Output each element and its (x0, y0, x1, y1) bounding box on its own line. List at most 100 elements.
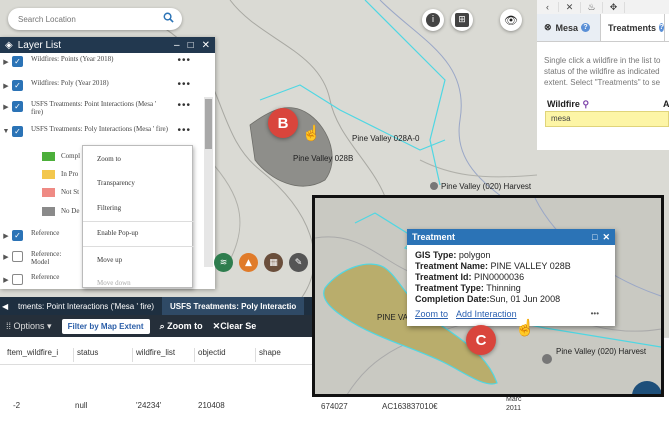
scroll-left-icon[interactable]: ◀ (0, 297, 10, 315)
table-cell[interactable]: 210408 (198, 401, 225, 410)
popup-field: Completion Date:Sun, 01 Jun 2008 (415, 294, 561, 304)
layers-tool-button[interactable]: ≋ (214, 253, 233, 272)
pencil-icon: ✎ (294, 257, 303, 268)
clear-selection-button[interactable]: ✕Clear Se (213, 321, 257, 332)
column-header[interactable]: wildfire_list (132, 348, 175, 362)
layer-checkbox[interactable]: ✓ (12, 230, 23, 241)
info-button[interactable]: i (422, 9, 444, 31)
column-header[interactable]: ftem_wildfire_i (4, 348, 58, 362)
scrollbar-thumb[interactable] (205, 99, 212, 149)
help-icon[interactable]: ? (659, 23, 664, 32)
visibility-button[interactable]: 👁 (500, 9, 522, 31)
layer-checkbox[interactable]: ✓ (12, 101, 23, 112)
layer-list-title: Layer List (17, 39, 62, 51)
layer-list-scrollbar[interactable] (204, 97, 213, 267)
tab-treatments[interactable]: Treatments ? (601, 14, 665, 41)
table-cell[interactable]: 674027 (321, 402, 348, 411)
table-cell[interactable]: null (75, 401, 87, 410)
table-cell[interactable]: Marc (506, 396, 522, 403)
table-cell[interactable]: '24234' (136, 401, 161, 410)
table-cell[interactable]: 2011 (506, 405, 521, 412)
callout-badge-b: B (268, 108, 298, 138)
layer-label: Wildfires: Poly (Year 2018) (31, 79, 109, 87)
layer-options-icon[interactable]: ••• (177, 125, 191, 136)
column-header[interactable]: shape (255, 348, 281, 362)
legend-swatch-complete (42, 152, 55, 161)
menu-item-enable-popup[interactable]: Enable Pop-up (97, 229, 138, 237)
upload-icon: ▲ (245, 257, 252, 268)
layer-checkbox[interactable] (12, 274, 23, 285)
upload-button[interactable]: ▲ (239, 253, 258, 272)
column-header[interactable]: objectid (194, 348, 226, 362)
table-header: ftem_wildfire_i status wildfire_list obj… (0, 341, 325, 365)
layer-row-wildfire-poly[interactable]: ▶ ✓ Wildfires: Poly (Year 2018) ••• (0, 79, 201, 91)
close-icon[interactable]: ⊗ (544, 22, 552, 33)
menu-item-zoom-to[interactable]: Zoom to (97, 155, 121, 163)
maximize-icon[interactable]: □ (592, 232, 597, 242)
layer-checkbox[interactable]: ✓ (12, 126, 23, 137)
zoom-to-button[interactable]: ⌕ Zoom to (160, 321, 203, 332)
table-cell[interactable]: AC163837010€ (382, 402, 438, 411)
help-icon[interactable]: ? (581, 23, 591, 32)
draw-button[interactable]: ✎ (289, 253, 308, 272)
menu-item-move-up[interactable]: Move up (97, 256, 122, 264)
column-label-a: A (663, 99, 669, 109)
grid-button[interactable]: ⊞ (451, 9, 473, 31)
close-icon[interactable]: ✕ (602, 232, 610, 243)
tab-poly-interactions[interactable]: USFS Treatments: Poly Interactio (162, 297, 305, 315)
fire-icon[interactable]: ♨ (581, 1, 603, 13)
basemap-button[interactable]: ▦ (264, 253, 283, 272)
close-icon[interactable]: ✕ (202, 40, 210, 51)
expand-caret-icon[interactable]: ▶ (0, 253, 12, 261)
wildfire-panel: ‹ ✕ ♨ ✥ ⊗ Mesa ? Treatments ? Single cli… (537, 0, 669, 150)
callout-badge-c: C (466, 325, 496, 355)
options-menu[interactable]: ⁞⁞ Options ▾ (6, 321, 52, 332)
popup-actions: Zoom to Add Interaction (415, 309, 523, 319)
back-icon[interactable]: ‹ (537, 2, 559, 12)
info-icon: i (426, 13, 440, 27)
expand-caret-icon[interactable]: ▶ (0, 103, 12, 111)
move-icon[interactable]: ✥ (603, 1, 625, 13)
expand-caret-icon[interactable]: ▶ (0, 232, 12, 240)
layer-options-icon[interactable]: ••• (177, 79, 191, 90)
zoom-to-link[interactable]: Zoom to (415, 309, 448, 319)
layer-checkbox[interactable]: ✓ (12, 56, 23, 67)
layer-checkbox[interactable] (12, 251, 23, 262)
table-cell[interactable]: -2 (13, 401, 20, 410)
menu-item-transparency[interactable]: Transparency (97, 179, 135, 187)
wildfire-value-cell[interactable]: mesa (545, 111, 669, 127)
expand-caret-icon[interactable]: ▶ (0, 82, 12, 90)
column-header[interactable]: status (73, 348, 98, 362)
tab-mesa[interactable]: ⊗ Mesa ? (537, 14, 601, 41)
collapse-caret-icon[interactable]: ▼ (0, 128, 12, 135)
maximize-icon[interactable]: □ (188, 40, 194, 51)
cursor-icon: ☝ (515, 320, 535, 337)
add-interaction-link[interactable]: Add Interaction (456, 309, 517, 319)
layer-row-wildfire-points[interactable]: ▶ ✓ Wildfires: Points (Year 2018) ••• (0, 55, 201, 67)
minimize-icon[interactable]: ‒ (174, 40, 180, 51)
layer-row-usfs-poly[interactable]: ▼ ✓ USFS Treatments: Poly Interactions (… (0, 125, 201, 137)
cursor-icon: ☝ (302, 125, 321, 142)
layer-options-icon[interactable]: ••• (177, 55, 191, 66)
menu-item-move-down[interactable]: Move down (97, 279, 131, 287)
legend-label: No De (61, 207, 80, 215)
more-options-icon[interactable]: ••• (591, 309, 599, 318)
expand-caret-icon[interactable]: ▶ (0, 276, 12, 284)
search-input[interactable] (8, 8, 148, 30)
search-icon[interactable]: ⚲ (582, 99, 589, 109)
expand-caret-icon[interactable]: ▶ (0, 58, 12, 66)
layers-icon: ◈ (5, 39, 13, 51)
layer-row-usfs-point[interactable]: ▶ ✓ USFS Treatments: Point Interactions … (0, 100, 201, 116)
legend-swatch-in-progress (42, 170, 55, 179)
tools-icon[interactable]: ✕ (559, 1, 581, 13)
menu-item-filtering[interactable]: Filtering (97, 204, 121, 212)
tab-point-interactions[interactable]: tments: Point Interactions ('Mesa ' fire… (10, 297, 162, 315)
filter-by-extent-button[interactable]: Filter by Map Extent (61, 318, 150, 334)
layer-options-icon[interactable]: ••• (177, 100, 191, 111)
layer-checkbox[interactable]: ✓ (12, 80, 23, 91)
search-icon[interactable] (163, 12, 174, 23)
legend-label: In Pro (61, 170, 79, 178)
popup-header: Treatment □ ✕ (407, 229, 615, 245)
search-box[interactable] (8, 8, 182, 30)
attribute-table: ◀ tments: Point Interactions ('Mesa ' fi… (0, 297, 325, 428)
